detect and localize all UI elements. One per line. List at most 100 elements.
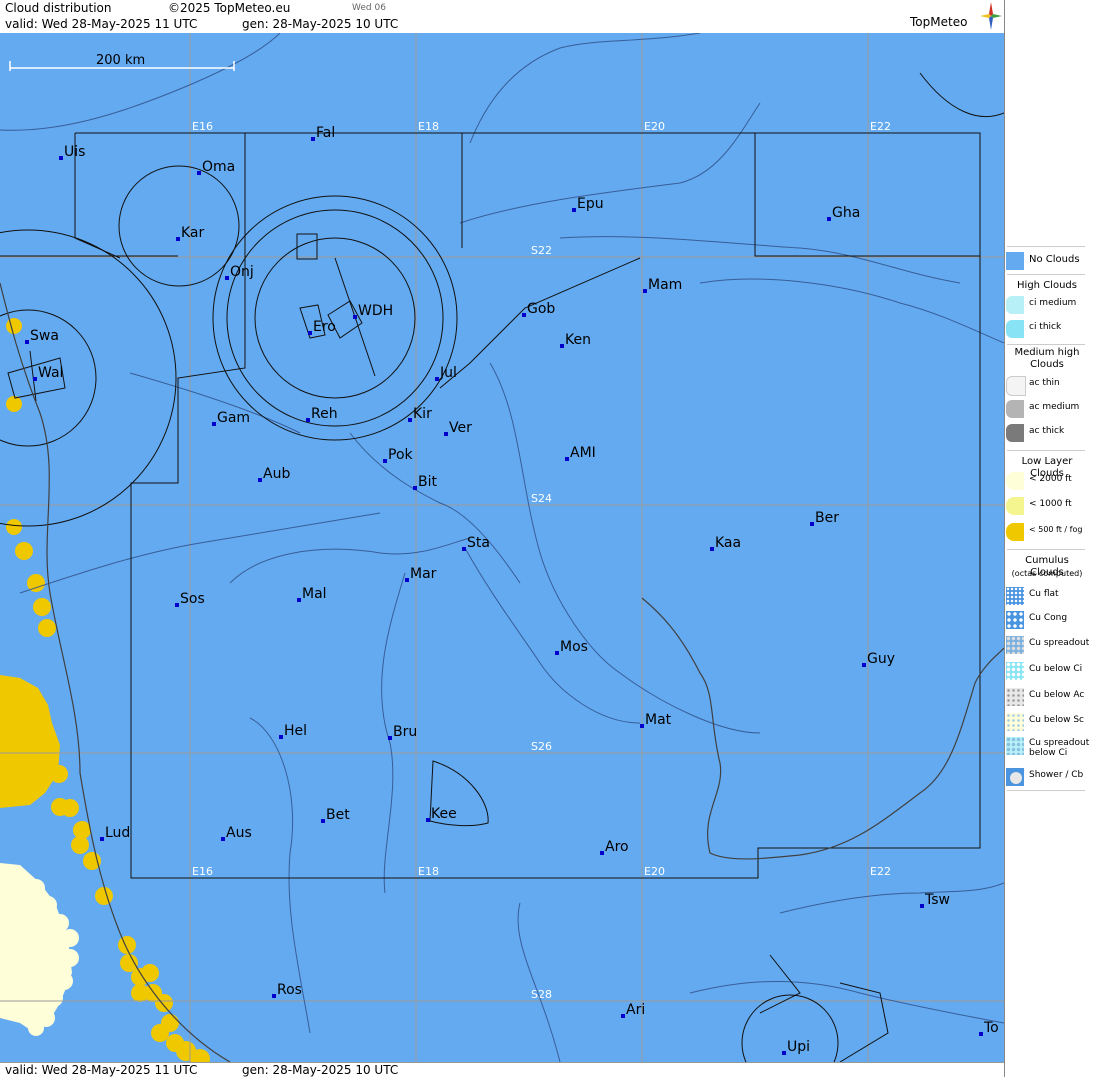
cu-below-ci-swatch-icon xyxy=(1006,662,1024,680)
city-label-uis: Uis xyxy=(64,144,85,160)
city-label-gha: Gha xyxy=(832,205,860,221)
legend-cu-below-ci: Cu below Ci xyxy=(1005,660,1093,682)
lon-label-e22: E22 xyxy=(870,120,891,133)
city-marker-bet xyxy=(321,819,325,823)
legend-low-2000: < 2000 ft xyxy=(1005,470,1093,492)
city-label-wal: Wal xyxy=(38,365,63,381)
city-label-swa: Swa xyxy=(30,328,59,344)
city-label-fal: Fal xyxy=(316,125,335,141)
city-marker-lud xyxy=(100,837,104,841)
legend-cumulus-subtitle: (octas computed) xyxy=(1011,569,1083,578)
city-marker-pok xyxy=(383,459,387,463)
city-label-kee: Kee xyxy=(431,806,457,822)
legend-ci-thick: ci thick xyxy=(1005,318,1093,340)
city-label-gam: Gam xyxy=(217,410,250,426)
footer-valid-time: valid: Wed 28-May-2025 11 UTC xyxy=(5,1063,198,1077)
cu-spreadout-swatch-icon xyxy=(1006,636,1024,654)
city-marker-ero xyxy=(308,331,312,335)
city-marker-aro xyxy=(600,851,604,855)
city-marker-to xyxy=(979,1032,983,1036)
city-label-sta: Sta xyxy=(467,535,490,551)
lat-label-s24: S24 xyxy=(531,492,552,505)
low-1000-swatch-icon xyxy=(1006,497,1024,515)
city-marker-bru xyxy=(388,736,392,740)
compass-logo-icon xyxy=(980,2,1002,30)
city-marker-fal xyxy=(311,137,315,141)
city-marker-ari xyxy=(621,1014,625,1018)
city-label-mos: Mos xyxy=(560,639,588,655)
city-marker-ken xyxy=(560,344,564,348)
city-label-kaa: Kaa xyxy=(715,535,741,551)
city-marker-uis xyxy=(59,156,63,160)
chart-title: Cloud distribution xyxy=(5,1,112,15)
city-marker-gam xyxy=(212,422,216,426)
lon-label-e16: E16 xyxy=(192,120,213,133)
ci-thick-swatch-icon xyxy=(1006,320,1024,338)
city-label-kar: Kar xyxy=(181,225,205,241)
city-marker-kar xyxy=(176,237,180,241)
city-label-sos: Sos xyxy=(180,591,205,607)
legend-high-title: High Clouds xyxy=(1017,280,1077,291)
city-marker-mos xyxy=(555,651,559,655)
legend-cu-cong: Cu Cong xyxy=(1005,609,1093,631)
legend-ac-thin: ac thin xyxy=(1005,374,1093,396)
city-label-gob: Gob xyxy=(527,301,555,317)
topmeteo-logo-text: TopMeteo xyxy=(910,15,968,29)
ac-medium-swatch-icon xyxy=(1006,400,1024,418)
city-marker-mal xyxy=(297,598,301,602)
city-marker-kaa xyxy=(710,547,714,551)
cu-spreadout-below-ci-swatch-icon xyxy=(1006,737,1024,755)
city-label-mar: Mar xyxy=(410,566,437,582)
city-label-epu: Epu xyxy=(577,196,604,212)
city-label-onj: Onj xyxy=(230,264,254,280)
cu-cong-swatch-icon xyxy=(1006,611,1024,629)
city-label-pok: Pok xyxy=(388,447,414,463)
legend-cu-below-ac: Cu below Ac xyxy=(1005,686,1093,708)
city-label-wdh: WDH xyxy=(358,303,393,319)
city-marker-mam xyxy=(643,289,647,293)
lon-label-e18: E18 xyxy=(418,120,439,133)
city-label-mam: Mam xyxy=(648,277,682,293)
city-marker-kee xyxy=(426,818,430,822)
legend-ci-medium: ci medium xyxy=(1005,294,1093,316)
city-label-bet: Bet xyxy=(326,807,350,823)
city-label-to: To xyxy=(983,1020,999,1036)
city-marker-guy xyxy=(862,663,866,667)
city-label-aus: Aus xyxy=(226,825,252,841)
map-header: Cloud distribution ©2025 TopMeteo.eu Wed… xyxy=(0,0,1004,34)
city-marker-epu xyxy=(572,208,576,212)
city-marker-sos xyxy=(175,603,179,607)
city-label-bit: Bit xyxy=(418,474,437,490)
no-cloud-background xyxy=(0,33,1004,1062)
city-marker-ros xyxy=(272,994,276,998)
city-marker-swa xyxy=(25,340,29,344)
city-marker-wal xyxy=(33,377,37,381)
cloud-map[interactable]: E16 E18 E20 E22 E16 E18 E20 E22 S22 S24 … xyxy=(0,32,1005,1078)
city-marker-tsw xyxy=(920,904,924,908)
city-marker-jul xyxy=(435,377,439,381)
shower-cb-swatch-icon xyxy=(1006,768,1024,786)
low-500-swatch-icon xyxy=(1006,523,1024,541)
legend-no-clouds: No Clouds xyxy=(1005,250,1093,272)
city-marker-reh xyxy=(306,418,310,422)
city-label-ver: Ver xyxy=(449,420,472,436)
city-marker-oma xyxy=(197,171,201,175)
lon-label-e20-south: E20 xyxy=(644,865,665,878)
city-label-reh: Reh xyxy=(311,406,338,422)
city-label-upi: Upi xyxy=(787,1039,810,1055)
city-label-bru: Bru xyxy=(393,724,417,740)
lat-label-s26: S26 xyxy=(531,740,552,753)
city-marker-upi xyxy=(782,1051,786,1055)
city-label-ros: Ros xyxy=(277,982,302,998)
city-label-mat: Mat xyxy=(645,712,672,728)
legend-ac-medium: ac medium xyxy=(1005,398,1093,420)
lon-label-e16-south: E16 xyxy=(192,865,213,878)
city-marker-hel xyxy=(279,735,283,739)
lon-label-e22-south: E22 xyxy=(870,865,891,878)
valid-time: valid: Wed 28-May-2025 11 UTC xyxy=(5,17,198,31)
lat-label-s22: S22 xyxy=(531,244,552,257)
city-label-lud: Lud xyxy=(105,825,130,841)
ac-thick-swatch-icon xyxy=(1006,424,1024,442)
legend-low-1000: < 1000 ft xyxy=(1005,495,1093,517)
cu-below-sc-swatch-icon xyxy=(1006,713,1024,731)
